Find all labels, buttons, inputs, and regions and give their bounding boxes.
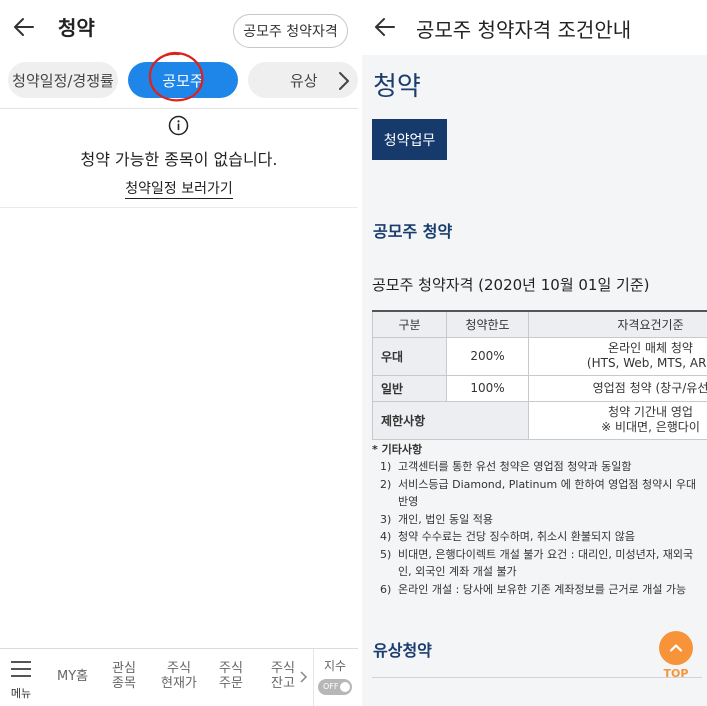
column-header: 자격요건기준 xyxy=(528,310,707,338)
subscription-screen: 청약 공모주 청약자격 청약일정/경쟁률 공모주 유상 청약 가능한 종목이 없… xyxy=(0,0,358,706)
requirement-line: 청약 기간내 영업 xyxy=(608,405,693,419)
menu-button[interactable]: 메뉴 xyxy=(6,659,36,703)
nav-label: MY홈 xyxy=(57,669,89,684)
empty-message: 청약 가능한 종목이 없습니다. xyxy=(80,150,278,169)
row-requirement: 청약 기간내 영업 ※ 비대면, 은행다이 xyxy=(528,400,707,440)
bottom-navigation: 메뉴 MY홈 관심 종목 주식 현재가 주식 주문 주식 잔고 지수 OFF xyxy=(0,648,358,706)
note-text: 온라인 개설 : 당사에 보유한 기존 계좌정보를 근거로 개설 가능 xyxy=(398,582,687,596)
page-title: 청약 xyxy=(58,16,95,40)
list-item: 1) 고객센터를 통한 유선 청약은 영업점 청약과 동일함 xyxy=(380,458,700,476)
nav-label: 관심 xyxy=(112,661,136,676)
row-type: 제한사항 xyxy=(372,400,529,440)
note-text: 개인, 법인 동일 적용 xyxy=(398,512,493,526)
table-row: 일반 100% 영업점 청약 (창구/유선 xyxy=(372,374,707,402)
nav-label: 주문 xyxy=(219,676,243,691)
back-arrow-icon[interactable] xyxy=(12,15,36,39)
nav-label: 주식 xyxy=(219,661,243,676)
row-type: 우대 xyxy=(372,336,447,376)
index-label: 지수 xyxy=(323,659,347,673)
chevron-up-icon xyxy=(669,644,683,652)
index-toggle[interactable]: OFF xyxy=(318,679,352,695)
info-icon xyxy=(168,115,189,136)
divider xyxy=(313,649,314,706)
toggle-state: OFF xyxy=(323,682,339,691)
subscription-business-button[interactable]: 청약업무 xyxy=(372,119,447,160)
requirement-line: 온라인 매체 청약 xyxy=(608,341,693,355)
qualification-button[interactable]: 공모주 청약자격 xyxy=(233,14,348,48)
top-label[interactable]: TOP xyxy=(658,667,694,680)
back-arrow-icon[interactable] xyxy=(373,15,397,39)
column-header: 청약한도 xyxy=(446,310,529,338)
requirement-line: ※ 비대면, 은행다이 xyxy=(601,420,700,434)
note-text: 청약 수수료는 건당 징수하며, 취소시 환불되지 않음 xyxy=(398,530,635,543)
note-text: 서비스등급 Diamond, Platinum 에 한하여 영업점 청약시 우대… xyxy=(398,477,697,509)
divider xyxy=(0,108,358,109)
list-item: 2) 서비스등급 Diamond, Platinum 에 한하여 영업점 청약시 … xyxy=(380,476,700,511)
nav-watchlist[interactable]: 관심 종목 xyxy=(112,661,136,691)
note-text: 비대면, 은행다이렉트 개설 불가 요건 : 대리인, 미성년자, 재외국인, … xyxy=(398,547,694,579)
list-item: 5) 비대면, 은행다이렉트 개설 불가 요건 : 대리인, 미성년자, 재외국인… xyxy=(380,546,700,581)
list-item: 6) 온라인 개설 : 당사에 보유한 기존 계좌정보를 근거로 개설 가능 xyxy=(380,581,700,599)
schedule-link: 청약일정 보러가기 xyxy=(0,178,358,199)
list-item: 3) 개인, 법인 동일 적용 xyxy=(380,511,700,529)
table-header-row: 구분 청약한도 자격요건기준 xyxy=(372,310,707,338)
nav-stock-order[interactable]: 주식 주문 xyxy=(219,661,243,691)
menu-label: 메뉴 xyxy=(10,687,32,700)
nav-label: 종목 xyxy=(112,676,136,691)
row-requirement: 온라인 매체 청약 (HTS, Web, MTS, ARS xyxy=(528,336,707,376)
nav-label: 주식 xyxy=(166,661,191,676)
chevron-right-icon[interactable] xyxy=(334,70,354,92)
schedule-link-text[interactable]: 청약일정 보러가기 xyxy=(125,181,233,199)
qualification-title: 공모주 청약자격 (2020년 10월 01일 기준) xyxy=(372,276,650,294)
qualification-guide-screen: 공모주 청약자격 조건안내 청약 청약업무 공모주 청약 공모주 청약자격 (2… xyxy=(362,0,707,706)
notes-list: 1) 고객센터를 통한 유선 청약은 영업점 청약과 동일함 2) 서비스등급 Di… xyxy=(380,458,700,598)
nav-my-home[interactable]: MY홈 xyxy=(57,669,88,684)
divider xyxy=(0,207,358,208)
note-text: 고객센터를 통한 유선 청약은 영업점 청약과 동일함 xyxy=(398,460,632,473)
rights-section-title: 유상청약 xyxy=(373,641,432,660)
row-limit: 100% xyxy=(446,374,529,402)
requirement-line: (HTS, Web, MTS, ARS xyxy=(586,356,707,370)
page-title: 공모주 청약자격 조건안내 xyxy=(416,18,632,42)
list-item: 4) 청약 수수료는 건당 징수하며, 취소시 환불되지 않음 xyxy=(380,528,700,546)
tab-ipo[interactable]: 공모주 xyxy=(128,62,238,98)
row-type: 일반 xyxy=(372,374,447,402)
section-heading: 청약 xyxy=(373,72,421,102)
nav-label: 현재가 xyxy=(161,676,197,691)
nav-current-price[interactable]: 주식 현재가 xyxy=(161,661,197,691)
toggle-knob xyxy=(340,682,350,692)
row-requirement: 영업점 청약 (창구/유선 xyxy=(528,374,707,402)
row-limit: 200% xyxy=(446,336,529,376)
nav-label: 잔고 xyxy=(271,676,295,691)
nav-stock-balance[interactable]: 주식 잔고 xyxy=(271,661,295,691)
column-header: 구분 xyxy=(372,310,447,338)
table-row: 우대 200% 온라인 매체 청약 (HTS, Web, MTS, ARS xyxy=(372,336,707,376)
qualification-table: 구분 청약한도 자격요건기준 우대 200% 온라인 매체 청약 (HTS, W… xyxy=(372,310,707,440)
ipo-section-title: 공모주 청약 xyxy=(373,222,453,241)
divider xyxy=(372,677,702,678)
scroll-to-top-button[interactable] xyxy=(659,631,693,665)
tab-schedule-competition[interactable]: 청약일정/경쟁률 xyxy=(8,62,118,98)
top-bar: 공모주 청약자격 조건안내 xyxy=(362,0,707,55)
top-bar: 청약 공모주 청약자격 xyxy=(0,0,358,55)
table-row: 제한사항 청약 기간내 영업 ※ 비대면, 은행다이 xyxy=(372,400,707,440)
hamburger-menu-icon xyxy=(11,661,31,682)
nav-label: 주식 xyxy=(271,661,295,676)
chevron-right-icon[interactable] xyxy=(299,669,309,683)
tab-bar: 청약일정/경쟁률 공모주 유상 xyxy=(0,62,358,100)
notes-title: * 기타사항 xyxy=(372,443,423,456)
